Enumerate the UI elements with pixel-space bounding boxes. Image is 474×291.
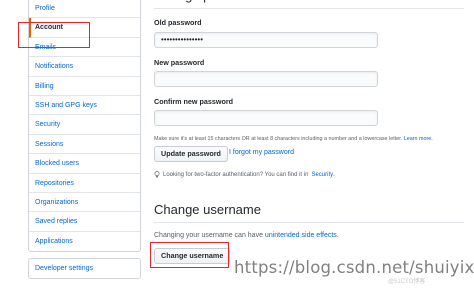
confirm-password-input[interactable] bbox=[154, 110, 378, 126]
sidebar-item-security[interactable]: Security bbox=[29, 115, 140, 135]
sidebar-item-ssh-gpg-keys[interactable]: SSH and GPG keys bbox=[29, 96, 140, 116]
change-username-highlight-box bbox=[150, 242, 229, 268]
sidebar-item-saved-replies[interactable]: Saved replies bbox=[29, 212, 140, 232]
forgot-password-link[interactable]: I forgot my password bbox=[229, 149, 294, 156]
change-username-heading: Change username bbox=[154, 202, 464, 223]
change-password-heading: Change password bbox=[154, 0, 464, 9]
side-effects-link[interactable]: unintended side effects bbox=[265, 232, 337, 239]
developer-menu: Developer settings bbox=[28, 258, 141, 280]
two-factor-hint-period: . bbox=[333, 171, 335, 178]
sidebar-item-sessions[interactable]: Sessions bbox=[29, 135, 140, 155]
old-password-label: Old password bbox=[154, 18, 202, 27]
sidebar-item-developer-settings[interactable]: Developer settings bbox=[29, 259, 140, 278]
old-password-input[interactable]: ••••••••••••••• bbox=[154, 32, 378, 48]
watermark-small: @51CTO博客 bbox=[388, 279, 426, 285]
sidebar-item-notifications[interactable]: Notifications bbox=[29, 57, 140, 77]
new-password-label: New password bbox=[154, 58, 205, 67]
update-password-button[interactable]: Update password bbox=[154, 146, 228, 162]
sidebar-item-billing[interactable]: Billing bbox=[29, 77, 140, 96]
lightbulb-icon bbox=[154, 171, 160, 178]
confirm-password-label: Confirm new password bbox=[154, 97, 234, 106]
sidebar-item-profile[interactable]: Profile bbox=[29, 0, 140, 19]
change-username-warning: Changing your username can have unintend… bbox=[154, 232, 339, 239]
security-link[interactable]: Security bbox=[311, 172, 333, 178]
watermark: https://blog.csdn.net/shuiyixin bbox=[234, 258, 474, 277]
two-factor-hint-text: Looking for two-factor authentication? Y… bbox=[163, 171, 309, 178]
two-factor-hint: Looking for two-factor authentication? Y… bbox=[154, 171, 335, 178]
password-requirements-note: Make sure it's at least 15 characters OR… bbox=[154, 136, 433, 142]
sidebar-item-repositories[interactable]: Repositories bbox=[29, 174, 140, 193]
sidebar-item-blocked-users[interactable]: Blocked users bbox=[29, 154, 140, 174]
new-password-input[interactable] bbox=[154, 71, 378, 87]
account-highlight-box bbox=[18, 22, 90, 48]
sidebar-item-applications[interactable]: Applications bbox=[29, 232, 140, 251]
change-username-warning-text: Changing your username can have bbox=[154, 232, 263, 239]
learn-more-link[interactable]: Learn more. bbox=[404, 136, 433, 142]
sidebar-item-organizations[interactable]: Organizations bbox=[29, 193, 140, 213]
change-username-warning-period: . bbox=[336, 232, 339, 239]
password-requirements-text: Make sure it's at least 15 characters OR… bbox=[154, 136, 403, 142]
